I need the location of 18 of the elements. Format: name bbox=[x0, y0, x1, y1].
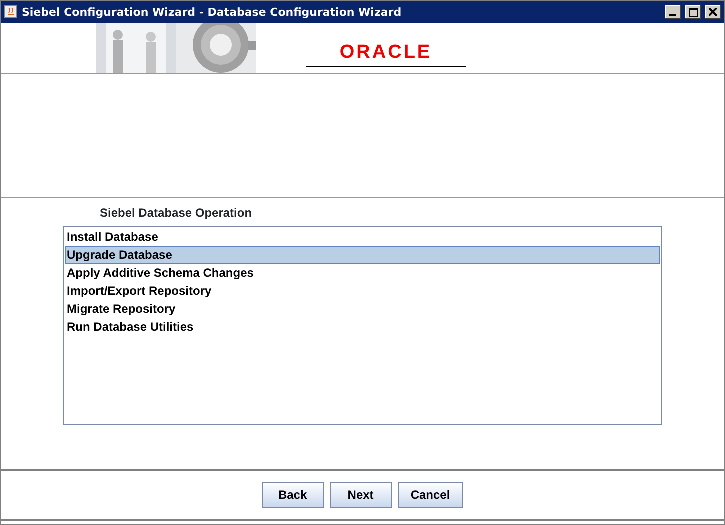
logo: ORACLE bbox=[306, 40, 466, 67]
window-title: Siebel Configuration Wizard - Database Configuration Wizard bbox=[22, 6, 403, 18]
list-item[interactable]: Import/Export Repository bbox=[65, 282, 660, 300]
wizard-button[interactable]: Next bbox=[330, 482, 392, 508]
wizard-button[interactable]: Cancel bbox=[398, 482, 464, 508]
list-item[interactable]: Run Database Utilities bbox=[65, 318, 660, 336]
minimize-button[interactable] bbox=[665, 5, 681, 19]
list-item[interactable]: Apply Additive Schema Changes bbox=[65, 264, 660, 282]
close-icon bbox=[709, 8, 717, 16]
section-label: Siebel Database Operation bbox=[100, 206, 252, 220]
maximize-icon bbox=[688, 8, 698, 16]
java-cup-icon bbox=[4, 5, 18, 19]
maximize-button[interactable] bbox=[685, 5, 701, 19]
list-item[interactable]: Install Database bbox=[65, 228, 660, 246]
wizard-button[interactable]: Back bbox=[262, 482, 324, 508]
list-item[interactable]: Migrate Repository bbox=[65, 300, 660, 318]
list-item[interactable]: Upgrade Database bbox=[65, 246, 660, 264]
close-button[interactable] bbox=[705, 5, 721, 19]
